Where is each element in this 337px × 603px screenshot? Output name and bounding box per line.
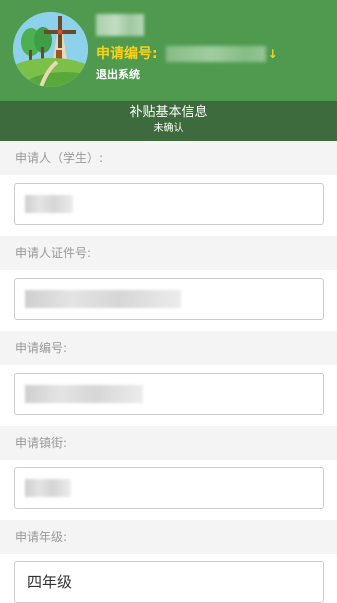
application-grade-field[interactable]: 四年级: [14, 561, 324, 603]
applicant-name-field[interactable]: [14, 183, 324, 225]
application-number-row: 申请编号: ↓: [96, 44, 278, 64]
logout-link[interactable]: 退出系统: [96, 67, 140, 83]
application-town-field[interactable]: [14, 467, 324, 509]
applicant-id-redacted: [25, 290, 181, 308]
username-redacted: [96, 14, 144, 36]
section-title: 补贴基本信息: [129, 105, 208, 120]
applicant-name-redacted: [25, 195, 73, 213]
applicant-id-field[interactable]: [14, 278, 324, 320]
avatar: [13, 12, 88, 87]
application-town-label: 申请镇街:: [0, 426, 337, 460]
application-number-label: 申请编号:: [96, 46, 158, 62]
application-number-field-label: 申请编号:: [0, 331, 337, 365]
application-number-field-redacted: [25, 385, 143, 403]
applicant-id-label: 申请人证件号:: [0, 236, 337, 270]
section-header: 补贴基本信息 未确认: [0, 101, 337, 141]
application-number-redacted: [165, 46, 266, 62]
windmill-landscape-icon: [13, 12, 88, 87]
app-header: 申请编号: ↓ 退出系统: [0, 0, 337, 101]
applicant-name-label: 申请人（学生）:: [0, 141, 337, 175]
application-grade-label: 申请年级:: [0, 520, 337, 554]
application-number-tail: ↓: [267, 47, 278, 61]
application-grade-value: 四年级: [27, 573, 73, 591]
application-town-redacted: [25, 479, 71, 497]
confirmation-status: 未确认: [153, 123, 184, 134]
application-number-field[interactable]: [14, 373, 324, 415]
